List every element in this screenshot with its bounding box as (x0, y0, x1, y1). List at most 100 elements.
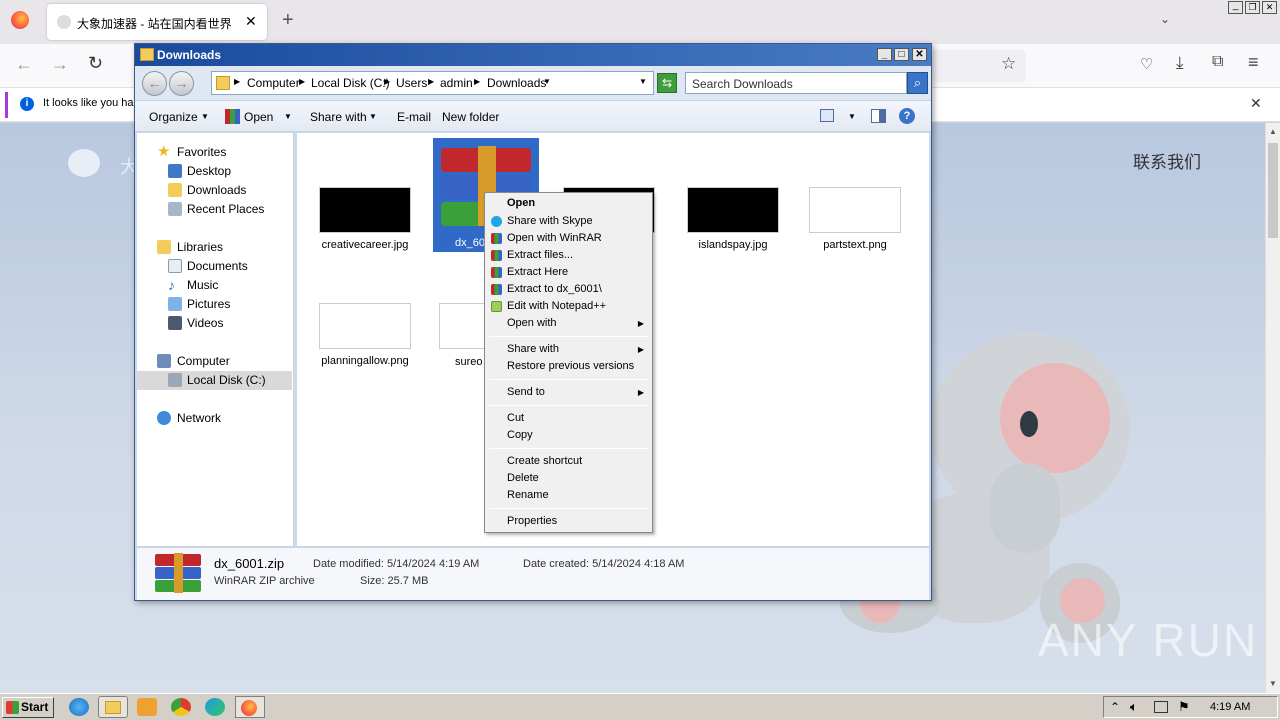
breadcrumb-downloads[interactable]: Downloads (487, 76, 546, 90)
breadcrumb-local-disk[interactable]: Local Disk (C:) (311, 76, 390, 90)
menu-extract-to[interactable]: Extract to dx_6001\ (487, 281, 650, 298)
search-input[interactable]: Search Downloads (692, 77, 793, 91)
view-dropdown-icon[interactable]: ▼ (848, 112, 856, 121)
nav-favorites[interactable]: ★ Favorites (137, 143, 292, 162)
address-dropdown-icon[interactable]: ▼ (639, 77, 647, 86)
new-tab-button[interactable]: + (282, 9, 294, 32)
extensions-icon[interactable]: ⧉ (1212, 53, 1223, 71)
bookmark-star-icon[interactable]: ☆ (1001, 54, 1016, 74)
back-button[interactable]: ← (142, 71, 167, 96)
share-with-button[interactable]: Share with (310, 110, 367, 124)
browser-tab-active[interactable]: 大象加速器 - 站在国内看世界 ✕ (47, 4, 267, 40)
nav-recent-places[interactable]: Recent Places (137, 200, 292, 219)
menu-share-with[interactable]: Share with ▶ (487, 341, 650, 358)
star-icon: ★ (157, 143, 171, 160)
volume-icon[interactable]: 🔈︎ (1130, 699, 1138, 715)
downloads-icon[interactable]: ⤓ (1176, 53, 1184, 73)
network-tray-icon[interactable] (1154, 701, 1168, 713)
organize-button[interactable]: Organize (149, 110, 198, 124)
reload-icon[interactable]: ↻ (88, 53, 103, 74)
tray-expand-icon[interactable]: ⌃ (1110, 700, 1120, 714)
refresh-button[interactable]: ⇆ (657, 73, 677, 93)
network-icon (157, 411, 171, 425)
tab-close-icon[interactable]: ✕ (245, 13, 257, 30)
explorer-maximize-button[interactable]: □ (894, 48, 909, 61)
nav-network[interactable]: Network (137, 409, 292, 428)
explorer-minimize-button[interactable]: _ (877, 48, 892, 61)
open-button[interactable]: Open (244, 110, 273, 124)
open-dropdown-icon[interactable]: ▼ (284, 112, 292, 121)
close-button[interactable]: ✕ (1262, 1, 1277, 14)
menu-separator (489, 448, 648, 449)
nav-videos[interactable]: Videos (137, 314, 292, 333)
menu-delete[interactable]: Delete (487, 470, 650, 487)
menu-restore-versions[interactable]: Restore previous versions (487, 358, 650, 375)
chrome-icon[interactable] (171, 698, 191, 716)
preview-pane-icon[interactable] (871, 109, 886, 123)
tab-list-chevron-icon[interactable]: ⌄ (1160, 12, 1170, 26)
search-icon[interactable]: ⌕ (907, 72, 928, 94)
nav-libraries[interactable]: Libraries (137, 238, 292, 257)
explorer-titlebar[interactable]: Downloads _ □ ✕ (135, 44, 931, 66)
nav-documents[interactable]: Documents (137, 257, 292, 276)
nav-pictures[interactable]: Pictures (137, 295, 292, 314)
forward-button[interactable]: → (169, 71, 194, 96)
breadcrumb-users[interactable]: Users (396, 76, 427, 90)
email-button[interactable]: E-mail (397, 110, 431, 124)
menu-properties[interactable]: Properties (487, 513, 650, 530)
breadcrumb-computer[interactable]: Computer (247, 76, 300, 90)
menu-open-winrar[interactable]: Open with WinRAR (487, 230, 650, 247)
media-player-icon[interactable] (137, 698, 157, 716)
nav-downloads[interactable]: Downloads (137, 181, 292, 200)
nav-music[interactable]: ♪ Music (137, 276, 292, 295)
ie-icon[interactable] (69, 698, 89, 716)
winrar-icon (491, 233, 502, 244)
minimize-button[interactable]: _ (1228, 1, 1243, 14)
contact-us-link[interactable]: 联系我们 (1133, 148, 1201, 173)
explorer-close-button[interactable]: ✕ (912, 48, 927, 61)
nav-local-disk[interactable]: Local Disk (C:) (137, 371, 292, 390)
videos-icon (168, 316, 182, 330)
desktop-icon (168, 164, 182, 178)
new-folder-button[interactable]: New folder (442, 110, 499, 124)
menu-extract-files[interactable]: Extract files... (487, 247, 650, 264)
menu-create-shortcut[interactable]: Create shortcut (487, 453, 650, 470)
address-bar[interactable]: ▶ Computer ▶ Local Disk (C:) ▶ Users ▶ a… (211, 71, 654, 95)
file-item[interactable]: planningallow.png (313, 303, 417, 367)
winrar-icon (491, 267, 502, 278)
search-box[interactable]: Search Downloads (685, 72, 907, 94)
image-thumbnail (687, 187, 779, 233)
menu-open-with[interactable]: Open with ▶ (487, 315, 650, 332)
menu-rename[interactable]: Rename (487, 487, 650, 504)
view-options-icon[interactable] (820, 109, 834, 122)
pocket-icon[interactable]: ♡ (1140, 55, 1153, 73)
start-button[interactable]: Start (2, 697, 54, 718)
breadcrumb-admin[interactable]: admin (440, 76, 473, 90)
page-scrollbar[interactable]: ▲ ▼ (1265, 123, 1280, 693)
menu-open[interactable]: Open (487, 195, 650, 212)
submenu-arrow-icon: ▶ (637, 319, 644, 328)
clock[interactable]: 4:19 AM (1210, 701, 1250, 713)
edge-icon[interactable] (205, 698, 225, 716)
help-icon[interactable]: ? (899, 108, 915, 124)
file-item[interactable]: creativecareer.jpg (313, 187, 417, 251)
menu-copy[interactable]: Copy (487, 427, 650, 444)
firefox-icon[interactable] (11, 11, 29, 29)
flag-icon[interactable]: ⚑ (1178, 699, 1190, 715)
menu-extract-here[interactable]: Extract Here (487, 264, 650, 281)
back-arrow-icon[interactable]: ← (15, 54, 33, 75)
file-item[interactable]: islandspay.jpg (681, 187, 785, 251)
nav-computer[interactable]: Computer (137, 352, 292, 371)
menu-share-skype[interactable]: Share with Skype (487, 213, 650, 230)
details-pane: dx_6001.zip WinRAR ZIP archive Date modi… (137, 547, 929, 600)
file-item[interactable]: partstext.png (803, 187, 907, 251)
menu-edit-notepadpp[interactable]: Edit with Notepad++ (487, 298, 650, 315)
restore-button[interactable]: ❐ (1245, 1, 1260, 14)
nav-desktop[interactable]: Desktop (137, 162, 292, 181)
menu-cut[interactable]: Cut (487, 410, 650, 427)
forward-arrow-icon[interactable]: → (51, 54, 69, 75)
notification-close-icon[interactable]: ✕ (1250, 95, 1262, 112)
menu-hamburger-icon[interactable]: ≡ (1248, 52, 1259, 73)
menu-send-to[interactable]: Send to ▶ (487, 384, 650, 401)
local-disk-icon (168, 373, 182, 387)
